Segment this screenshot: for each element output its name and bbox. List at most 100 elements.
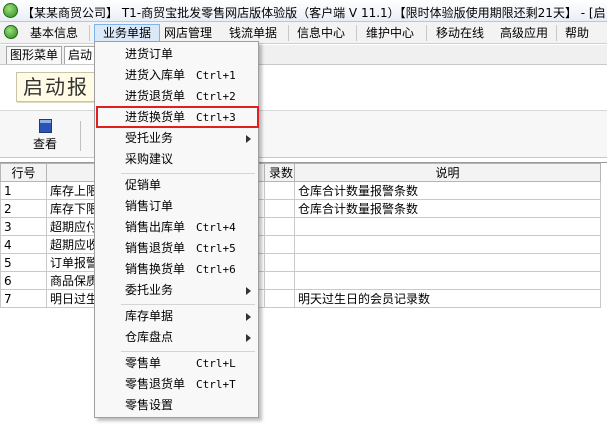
menu-item-label: 零售单 — [125, 356, 162, 370]
title-bar: 【某某商贸公司】 T1-商贸宝批发零售网店版体验版（客户端 V 11.1）【限时… — [0, 0, 607, 22]
cell-name: 超期应付 — [46, 217, 101, 236]
toolbar: 查看 — [0, 110, 607, 158]
cell-count — [264, 253, 295, 272]
cell-count — [264, 235, 295, 254]
menu-mobile-online[interactable]: 移动在线 — [430, 24, 490, 43]
menu-item-label: 进货订单 — [125, 47, 174, 61]
table-row[interactable]: 3 超期应付 — [0, 217, 601, 236]
menu-item-label: 销售退货单 — [125, 241, 186, 255]
cell-description — [294, 235, 601, 254]
alert-table: 行号 录数 说明 1 库存上限 仓库合计数量报警条数 2 库存下限 仓库合计数量… — [0, 163, 601, 308]
menu-item-purchase-return[interactable]: 进货退货单 Ctrl+2 — [96, 86, 257, 107]
header-description[interactable]: 说明 — [294, 163, 601, 182]
tab-graphic-menu[interactable]: 图形菜单 — [6, 46, 63, 64]
cell-name: 超期应收 — [46, 235, 101, 254]
menu-item-sales-outbound[interactable]: 销售出库单 Ctrl+4 — [96, 217, 257, 238]
menu-item-purchase-order[interactable]: 进货订单 — [96, 44, 257, 65]
menu-item-label: 委托业务 — [125, 283, 174, 297]
menu-separator — [426, 25, 427, 41]
menu-item-shortcut: Ctrl+1 — [196, 69, 236, 82]
table-row[interactable]: 7 明日过生 明天过生日的会员记录数 — [0, 289, 601, 308]
submenu-arrow-icon — [246, 313, 251, 321]
cell-count — [264, 271, 295, 290]
cell-row-number: 5 — [0, 253, 47, 272]
menu-item-sales-order[interactable]: 销售订单 — [96, 196, 257, 217]
menu-item-label: 促销单 — [125, 178, 162, 192]
submenu-arrow-icon — [246, 334, 251, 342]
menu-item-label: 销售出库单 — [125, 220, 186, 234]
menu-item-promotion[interactable]: 促销单 — [96, 175, 257, 196]
menu-maintenance[interactable]: 维护中心 — [360, 24, 420, 43]
cell-description: 明天过生日的会员记录数 — [294, 289, 601, 308]
menu-item-inventory-docs[interactable]: 库存单据 — [96, 306, 257, 327]
table-row[interactable]: 6 商品保质 — [0, 271, 601, 290]
cell-description — [294, 253, 601, 272]
cell-name: 库存下限 — [46, 199, 101, 218]
menu-item-shortcut: Ctrl+6 — [196, 263, 236, 276]
tab-startup[interactable]: 启动 — [64, 46, 97, 64]
table-row[interactable]: 1 库存上限 仓库合计数量报警条数 — [0, 181, 601, 200]
view-button[interactable]: 查看 — [17, 117, 73, 157]
table-row[interactable]: 2 库存下限 仓库合计数量报警条数 — [0, 199, 601, 218]
menu-item-shortcut: Ctrl+2 — [196, 90, 236, 103]
cell-description: 仓库合计数量报警条数 — [294, 181, 601, 200]
menu-item-retail-sale[interactable]: 零售单 Ctrl+L — [96, 353, 257, 374]
menu-bar: 基本信息 业务单据 网店管理 钱流单据 信息中心 维护中心 移动在线 高级应用 … — [0, 22, 607, 44]
menu-item-label: 零售退货单 — [125, 377, 186, 391]
cell-count — [264, 181, 295, 200]
menu-item-label: 受托业务 — [125, 131, 174, 145]
menu-item-label: 销售订单 — [125, 199, 174, 213]
menu-item-shortcut: Ctrl+4 — [196, 221, 236, 234]
cell-row-number: 3 — [0, 217, 47, 236]
menu-item-retail-settings[interactable]: 零售设置 — [96, 395, 257, 416]
menu-basic-info[interactable]: 基本信息 — [21, 24, 87, 43]
menu-item-purchase-receipt[interactable]: 进货入库单 Ctrl+1 — [96, 65, 257, 86]
view-icon — [38, 119, 52, 133]
highlight-box — [96, 106, 259, 128]
cell-count — [264, 217, 295, 236]
cell-row-number: 4 — [0, 235, 47, 254]
menu-item-label: 销售换货单 — [125, 262, 186, 276]
menu-item-label: 仓库盘点 — [125, 330, 174, 344]
cell-name: 订单报警 — [46, 253, 101, 272]
menu-app-icon[interactable] — [4, 25, 18, 39]
cell-row-number: 6 — [0, 271, 47, 290]
toolbar-separator — [80, 121, 81, 151]
menu-item-label: 进货入库单 — [125, 68, 186, 82]
alert-grid: 行号 录数 说明 1 库存上限 仓库合计数量报警条数 2 库存下限 仓库合计数量… — [0, 162, 607, 428]
submenu-arrow-icon — [246, 135, 251, 143]
table-row[interactable]: 5 订单报警 — [0, 253, 601, 272]
window-title: 【某某商贸公司】 T1-商贸宝批发零售网店版体验版（客户端 V 11.1）【限时… — [22, 6, 606, 20]
menu-item-warehouse-count[interactable]: 仓库盘点 — [96, 327, 257, 348]
menu-item-entrusted-business[interactable]: 委托业务 — [96, 280, 257, 301]
menu-separator — [89, 25, 90, 41]
menu-item-shortcut: Ctrl+T — [196, 378, 236, 391]
table-header-row: 行号 录数 说明 — [0, 163, 601, 182]
menu-item-label: 采购建议 — [125, 152, 174, 166]
menu-item-label: 库存单据 — [125, 309, 174, 323]
header-name[interactable] — [46, 163, 101, 182]
cell-description — [294, 271, 601, 290]
menu-item-shortcut: Ctrl+5 — [196, 242, 236, 255]
menu-item-label: 零售设置 — [125, 398, 174, 412]
cell-count — [264, 289, 295, 308]
menu-advanced[interactable]: 高级应用 — [494, 24, 554, 43]
table-row[interactable]: 4 超期应收 — [0, 235, 601, 254]
cell-row-number: 1 — [0, 181, 47, 200]
cell-row-number: 2 — [0, 199, 47, 218]
menu-separator — [556, 25, 557, 41]
menu-item-sales-return[interactable]: 销售退货单 Ctrl+5 — [96, 238, 257, 259]
cell-row-number: 7 — [0, 289, 47, 308]
menu-item-retail-return[interactable]: 零售退货单 Ctrl+T — [96, 374, 257, 395]
menu-info-center[interactable]: 信息中心 — [292, 24, 350, 43]
menu-item-consigned-business[interactable]: 受托业务 — [96, 128, 257, 149]
menu-item-purchase-suggestion[interactable]: 采购建议 — [96, 149, 257, 170]
menu-separator — [121, 351, 255, 352]
menu-separator — [121, 173, 255, 174]
header-count[interactable]: 录数 — [264, 163, 295, 182]
menu-item-shortcut: Ctrl+L — [196, 357, 236, 370]
cell-name: 商品保质 — [46, 271, 101, 290]
menu-help[interactable]: 帮助 — [560, 24, 594, 43]
header-row-number[interactable]: 行号 — [0, 163, 47, 182]
menu-item-sales-exchange[interactable]: 销售换货单 Ctrl+6 — [96, 259, 257, 280]
